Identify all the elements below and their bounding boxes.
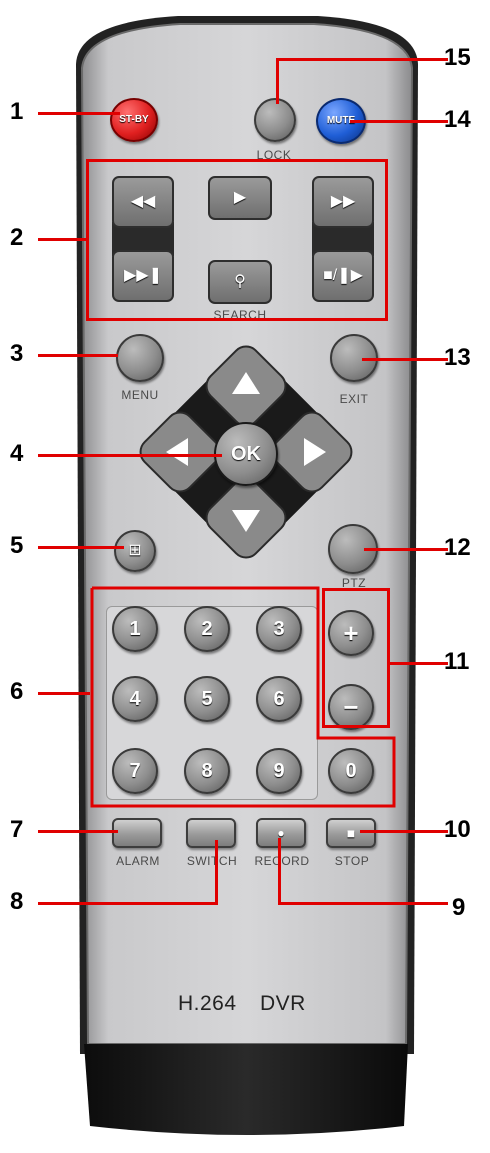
- callout-13: 13: [444, 344, 471, 371]
- callout-line-5: [38, 546, 124, 549]
- callout-8: 8: [10, 888, 24, 915]
- callout-9: 9: [452, 894, 466, 921]
- record-button[interactable]: ●: [256, 818, 306, 848]
- callout-line-13: [362, 358, 448, 361]
- callout-line-10: [360, 830, 448, 833]
- callout-line-15-vert: [276, 58, 279, 104]
- callout-11: 11: [444, 648, 470, 675]
- stop-square-icon: ■: [346, 825, 356, 841]
- callout-line-8-vert: [215, 840, 218, 904]
- callout-line-12: [364, 548, 448, 551]
- callout-line-14: [350, 120, 448, 123]
- callout-line-9: [278, 902, 448, 905]
- callout-line-9-vert: [278, 838, 281, 904]
- callout-12: 12: [444, 534, 471, 561]
- switch-button[interactable]: [186, 818, 236, 848]
- callout-2: 2: [10, 224, 24, 251]
- callout-line-15: [276, 58, 448, 61]
- brand-codec: H.264: [178, 992, 237, 1015]
- record-label: RECORD: [254, 854, 310, 868]
- callout-line-11: [390, 662, 448, 665]
- stop-button[interactable]: ■: [326, 818, 376, 848]
- callout-10: 10: [444, 816, 471, 843]
- callout-7: 7: [10, 816, 24, 843]
- ok-button[interactable]: OK: [214, 422, 278, 486]
- lock-button[interactable]: [254, 98, 296, 142]
- callout-3: 3: [10, 340, 24, 367]
- callout-5: 5: [10, 532, 24, 559]
- callout-line-4: [38, 454, 222, 457]
- callout-6: 6: [10, 678, 24, 705]
- callout-4: 4: [10, 440, 24, 467]
- standby-button[interactable]: ST-BY: [110, 98, 158, 142]
- callout-line-1: [38, 112, 120, 115]
- stop-label: STOP: [334, 854, 370, 868]
- callout-line-8: [38, 902, 218, 905]
- brand-dvr: DVR: [260, 992, 306, 1015]
- callout-1: 1: [10, 98, 24, 125]
- callout-15: 15: [444, 44, 471, 71]
- standby-label: ST-BY: [119, 114, 149, 125]
- multiscreen-button[interactable]: ⊞: [114, 530, 156, 572]
- alarm-button[interactable]: [112, 818, 162, 848]
- numpad-group-box: [90, 586, 396, 808]
- switch-label: SWITCH: [186, 854, 238, 868]
- callout-line-2: [38, 238, 86, 241]
- ok-label: OK: [231, 443, 261, 465]
- callout-line-6: [38, 692, 90, 695]
- callout-line-7: [38, 830, 118, 833]
- playback-group-box: [86, 159, 388, 321]
- alarm-label: ALARM: [116, 854, 160, 868]
- callout-14: 14: [444, 106, 471, 133]
- grid-icon: ⊞: [128, 542, 142, 559]
- callout-line-3: [38, 354, 118, 357]
